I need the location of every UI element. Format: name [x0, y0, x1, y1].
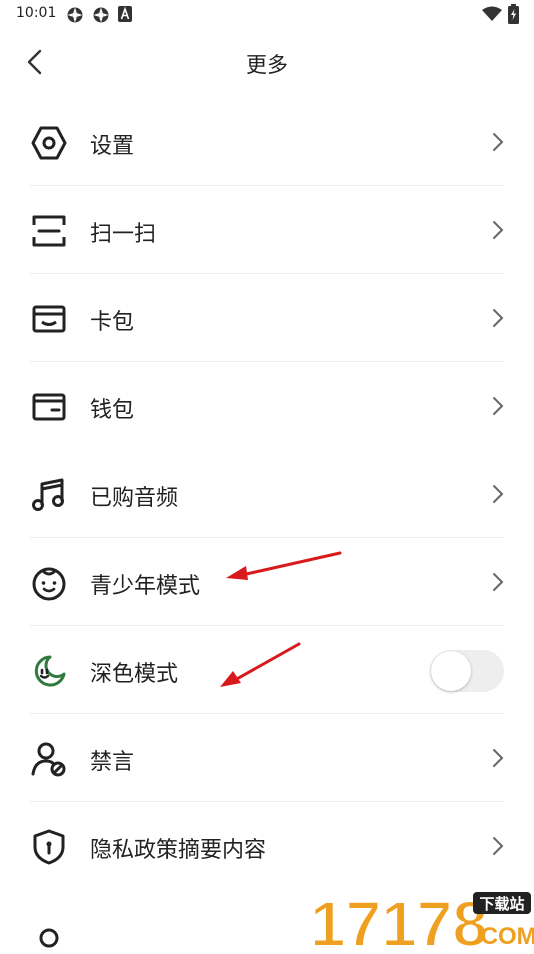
- menu-item-label: 钱包: [90, 398, 135, 423]
- wifi-icon: [482, 6, 502, 21]
- menu-item-label: 禁言: [90, 750, 135, 775]
- chevron-right-icon: [493, 485, 504, 503]
- menu-item-dark-mode: 深色模式: [0, 626, 534, 714]
- menu-item-label: 卡包: [90, 310, 135, 335]
- menu-item-teen-mode[interactable]: 青少年模式: [0, 538, 534, 626]
- watermark-logo: 17178 下载站 .COM: [309, 886, 534, 954]
- chevron-right-icon: [493, 221, 504, 239]
- child-face-icon: [32, 567, 66, 601]
- user-icon: [39, 928, 59, 948]
- menu-item-mute[interactable]: 禁言: [0, 714, 534, 802]
- menu-item-wallet[interactable]: 钱包: [0, 362, 534, 450]
- watermark-suffix: .COM: [474, 923, 534, 950]
- page-title: 更多: [246, 53, 288, 77]
- site-logo-icon: 17178 下载站 .COM: [309, 887, 534, 954]
- menu-item-purchased-audio[interactable]: 已购音频: [0, 450, 534, 538]
- settings-status-icon: [93, 7, 109, 23]
- battery-icon: [508, 4, 519, 24]
- menu-item-label: 扫一扫: [90, 222, 157, 247]
- menu-list: 设置 扫一扫 卡包 钱包 已购音频 青少年模式 深色模式 禁言 隐私政策摘要内容: [0, 98, 534, 890]
- user-mute-icon: [31, 742, 66, 777]
- chevron-right-icon: [493, 133, 504, 151]
- menu-item-label: 隐私政策摘要内容: [90, 838, 267, 863]
- menu-item-label: 设置: [90, 134, 135, 159]
- menu-item-scan[interactable]: 扫一扫: [0, 186, 534, 274]
- header-bar: 更多: [0, 38, 534, 88]
- menu-item-label: 青少年模式: [90, 574, 201, 599]
- menu-item-settings[interactable]: 设置: [0, 98, 534, 186]
- menu-item-privacy-summary[interactable]: 隐私政策摘要内容: [0, 802, 534, 890]
- chevron-right-icon: [493, 749, 504, 767]
- status-bar: 10:01: [0, 0, 534, 28]
- chevron-right-icon: [493, 309, 504, 327]
- moon-icon: [34, 655, 66, 687]
- chevron-right-icon: [493, 573, 504, 591]
- status-time: 10:01: [16, 5, 57, 21]
- chevron-right-icon: [493, 837, 504, 855]
- toggle-knob: [431, 651, 471, 691]
- settings-status-icon: [67, 7, 83, 23]
- menu-item-label: 已购音频: [90, 486, 179, 511]
- text-a-icon: [118, 6, 132, 22]
- dark-mode-toggle[interactable]: [430, 650, 504, 692]
- shield-keyhole-icon: [33, 829, 65, 865]
- wallet-icon: [32, 393, 66, 421]
- chevron-right-icon: [493, 397, 504, 415]
- menu-item-card-holder[interactable]: 卡包: [0, 274, 534, 362]
- music-note-icon: [32, 478, 64, 511]
- scan-icon: [32, 215, 66, 247]
- watermark-badge: 下载站: [479, 895, 524, 913]
- hexagon-settings-icon: [31, 126, 67, 160]
- menu-item-label: 深色模式: [90, 662, 179, 687]
- watermark-number: 17178: [310, 888, 488, 950]
- card-holder-icon: [32, 305, 66, 333]
